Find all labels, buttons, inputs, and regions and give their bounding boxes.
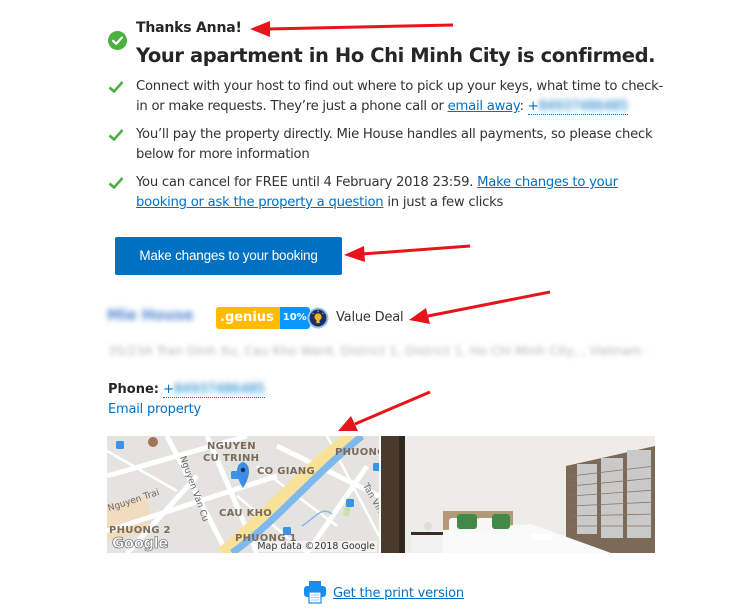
bullet-text: You can cancel for FREE until 4 February… [136,175,478,190]
map-label: CU TRINH [203,453,260,464]
bullet-text-after: in just a few clicks [383,195,504,210]
bullet-cancellation: You can cancel for FREE until 4 February… [108,173,668,215]
genius-label: .genius [216,307,280,329]
bullet-payment: You’ll pay the property directly. Mie Ho… [108,125,668,167]
phone-number-blurred: 84937486485 [538,99,629,114]
google-logo: Google [112,534,169,553]
print-version-link[interactable]: Get the print version [333,586,464,601]
checkmark-icon [108,129,124,141]
bullet-contact-host: Connect with your host to find out where… [108,77,668,119]
printer-icon[interactable] [303,580,327,604]
phone-number-blurred: 84937486485 [174,382,266,397]
property-address: 35/23A Tran Dinh Xu, Cau Kho Ward, Distr… [108,343,648,358]
checkmark-icon [108,177,124,189]
checkmark-icon [108,81,124,93]
genius-discount: 10% [279,307,310,329]
bullet-text: You’ll pay the property directly. Mie Ho… [136,127,653,162]
property-phone-link[interactable]: +84937486485 [163,382,266,398]
property-name[interactable]: Mie House [107,306,194,324]
map-label: CO GIANG [257,466,315,477]
lightbulb-deal-icon [307,307,329,329]
property-photo[interactable] [381,436,655,553]
host-phone-link[interactable]: +84937486485 [527,99,629,115]
map-label: NGUYEN [207,441,256,452]
genius-badge: .genius 10% [216,307,310,329]
page-title: Your apartment in Ho Chi Minh City is co… [136,44,656,67]
annotation-arrow [361,244,471,256]
confirmed-check-icon [108,31,127,50]
annotation-arrow [267,23,454,31]
location-map[interactable]: NGUYEN CU TRINH CO GIANG CAU KHO PHUONG … [107,436,379,553]
annotation-arrow [427,290,551,318]
greeting: Thanks Anna! [136,20,242,36]
email-away-link[interactable]: email away [448,99,520,114]
map-attribution: Map data ©2018 Google [255,541,377,552]
phone-prefix: + [163,382,175,397]
value-deal-label: Value Deal [336,310,404,325]
annotation-arrow [354,390,431,426]
property-phone-row: Phone: +84937486485 [108,382,266,398]
map-label: PHUONG [335,447,379,458]
phone-label: Phone: [108,382,159,397]
bedroom-photo [381,436,655,553]
email-property-link[interactable]: Email property [108,402,201,417]
bullet-text-colon: : [519,99,528,114]
phone-prefix: + [527,99,539,114]
map-label: CAU KHO [219,508,273,519]
make-changes-button[interactable]: Make changes to your booking [115,237,342,275]
